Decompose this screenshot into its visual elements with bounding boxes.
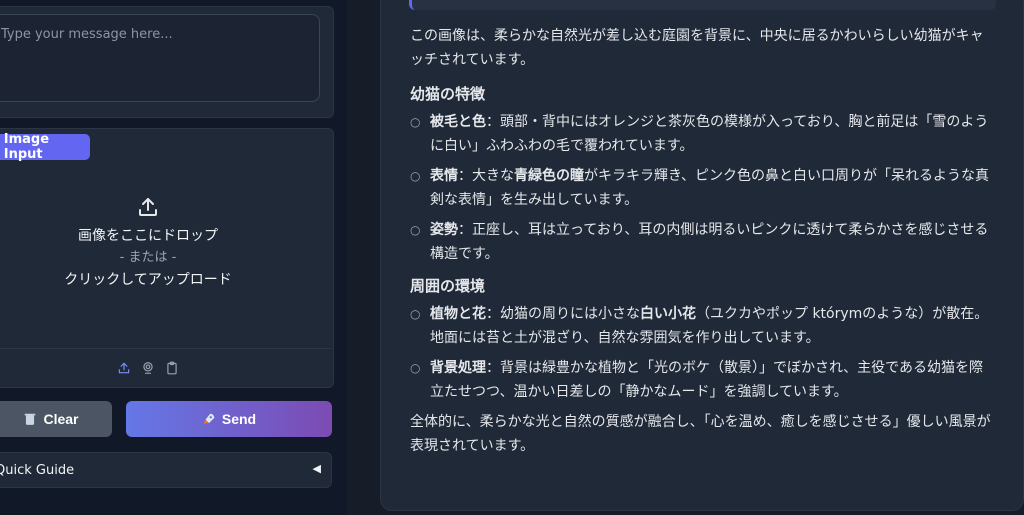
image-input-badge: Image Input bbox=[0, 132, 90, 162]
rocket-icon bbox=[203, 413, 215, 425]
clear-button[interactable]: Clear bbox=[0, 401, 112, 437]
clear-button-label: Clear bbox=[43, 411, 79, 427]
response-outro: 全体的に、柔らかな光と自然の質感が融合し、「心を温め、癒しを感じさせる」優しい風… bbox=[410, 414, 991, 454]
bullet-term: 表情 bbox=[430, 168, 458, 184]
quick-guide-accordion[interactable]: Quick Guide ◀ bbox=[0, 452, 332, 488]
list-item: ○ 背景処理：背景は緑豊かな植物と「光のボケ（散景）」でぼかされ、主役である幼猫… bbox=[410, 356, 994, 404]
section-heading-environment: 周囲の環境 bbox=[410, 277, 486, 295]
bullet-icon: ○ bbox=[410, 169, 421, 183]
image-input-badge-label: Image Input bbox=[3, 132, 50, 162]
or-text: - または - bbox=[119, 250, 177, 265]
section-heading-kitten: 幼猫の特徴 bbox=[410, 85, 486, 103]
list-item: ○ 被毛と色：頭部・背中にはオレンジと茶灰色の模様が入っており、胸と前足は「雪の… bbox=[410, 110, 994, 158]
bullet-icon: ○ bbox=[410, 361, 421, 375]
response-header-bar bbox=[409, 0, 996, 10]
upload-icon bbox=[139, 198, 157, 216]
trash-icon bbox=[25, 413, 36, 425]
send-button[interactable]: Send bbox=[126, 401, 332, 437]
send-button-label: Send bbox=[221, 411, 257, 427]
bullet-term: 植物と花 bbox=[430, 306, 486, 322]
list-item: ○ 姿勢：正座し、耳は立っており、耳の内側は明るいピンクに透けて柔らかさを感じさ… bbox=[410, 218, 994, 266]
message-placeholder: Type your message here... bbox=[1, 27, 173, 42]
upload-icon[interactable] bbox=[117, 361, 131, 375]
bullet-term: 姿勢 bbox=[430, 222, 458, 238]
click-upload-text: クリックしてアップロード bbox=[64, 272, 232, 288]
bullet-icon: ○ bbox=[410, 223, 421, 237]
bullet-icon: ○ bbox=[410, 307, 421, 321]
bullet-text: ：幼猫の周りには小さな bbox=[486, 306, 640, 322]
bullet-text: ：頭部・背中にはオレンジと茶灰色の模様が入っており、胸と前足は「雪のように白い」… bbox=[430, 114, 989, 154]
bullet-term: 被毛と色 bbox=[430, 114, 486, 130]
image-source-toolbar bbox=[0, 348, 332, 387]
bullet-bold: 白い小花 bbox=[640, 306, 696, 322]
bullet-term: 背景処理 bbox=[430, 360, 486, 376]
bullet-text: ：正座し、耳は立っており、耳の内側は明るいピンクに透けて柔らかさを感じさせる構造… bbox=[430, 222, 989, 262]
bullet-bold: 青緑色の瞳 bbox=[514, 168, 584, 184]
quick-guide-label: Quick Guide bbox=[0, 463, 75, 478]
bullet-icon: ○ bbox=[410, 115, 421, 129]
bullet-text: ：背景は緑豊かな植物と「光のボケ（散景）」でぼかされ、主役である幼猫を際立たせつ… bbox=[430, 360, 983, 400]
collapse-arrow-icon: ◀ bbox=[312, 462, 321, 475]
bullet-text: ：大きな bbox=[458, 168, 514, 184]
drop-text: 画像をここにドロップ bbox=[78, 228, 218, 244]
response-intro: この画像は、柔らかな自然光が差し込む庭園を背景に、中央に居るかわいらしい幼猫がキ… bbox=[410, 28, 984, 68]
clipboard-icon[interactable] bbox=[165, 361, 179, 375]
list-item: ○ 植物と花：幼猫の周りには小さな白い小花（ユクカやポップ którymのような… bbox=[410, 302, 994, 350]
image-drop-zone[interactable]: 画像をここにドロップ - または - クリックしてアップロード bbox=[0, 195, 296, 291]
response-content: この画像は、柔らかな自然光が差し込む庭園を背景に、中央に居るかわいらしい幼猫がキ… bbox=[410, 24, 994, 468]
list-item: ○ 表情：大きな青緑色の瞳がキラキラ輝き、ピンク色の鼻と白い口周りが「呆れるよう… bbox=[410, 164, 994, 212]
webcam-icon[interactable] bbox=[141, 361, 155, 375]
message-input[interactable]: Type your message here... bbox=[0, 14, 320, 102]
